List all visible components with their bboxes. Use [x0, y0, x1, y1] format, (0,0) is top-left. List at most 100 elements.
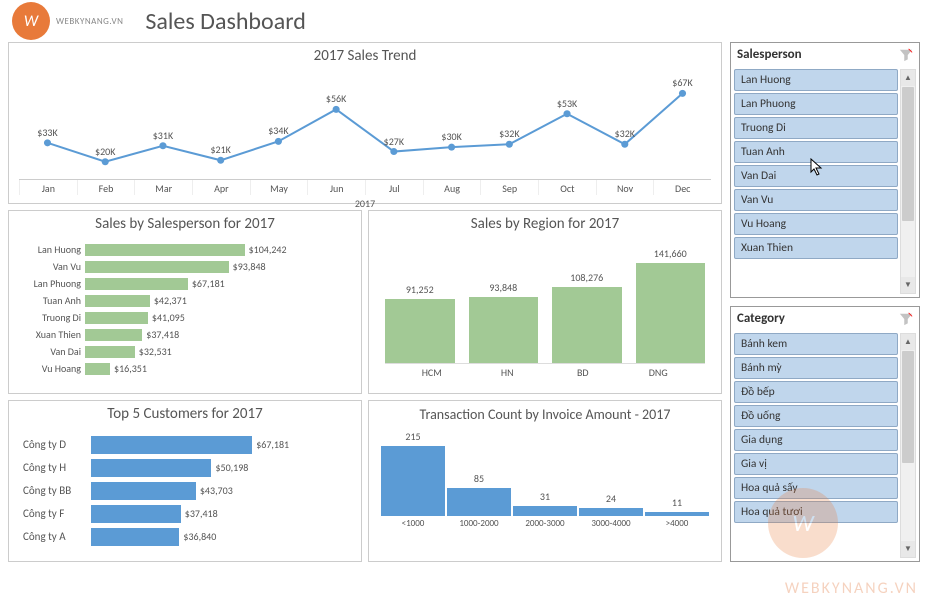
bar-value: $43,703: [200, 484, 233, 497]
bar-value: $32,531: [139, 345, 172, 358]
hist-label: >4000: [645, 518, 709, 529]
bar-value: $16,351: [114, 362, 147, 375]
header: W WEBKYNANG.VN Sales Dashboard: [0, 0, 928, 42]
salesperson-slicer-item[interactable]: Vu Hoang: [734, 213, 898, 235]
bar: [645, 512, 709, 516]
trend-chart-panel: 2017 Sales Trend $33K$20K$31K$21K$34K$56…: [8, 42, 722, 204]
customers-chart-panel: Top 5 Customers for 2017 Công ty D $67,1…: [8, 400, 362, 562]
trend-month-label: Jul: [365, 180, 423, 195]
salesperson-scrollbar[interactable]: ▲ ▼: [900, 69, 916, 294]
bar-category: Xuan Thien: [19, 328, 85, 341]
clear-filter-icon[interactable]: [899, 312, 913, 326]
salesperson-bar-row: Lan Huong $104,242: [19, 241, 351, 258]
bar: [91, 482, 196, 500]
region-bar: 108,276: [552, 271, 622, 363]
region-chart-panel: Sales by Region for 2017 91,252 93,848 1…: [368, 210, 722, 394]
trend-month-label: Oct: [538, 180, 596, 195]
trend-data-label: $21K: [210, 143, 230, 156]
clear-filter-icon[interactable]: [899, 48, 913, 62]
trend-month-label: Feb: [77, 180, 135, 195]
trend-month-label: Dec: [653, 180, 711, 195]
bar: [91, 436, 252, 454]
category-slicer-item[interactable]: Bánh kem: [734, 333, 898, 355]
trend-data-label: $56K: [326, 92, 346, 105]
scroll-down-icon[interactable]: ▼: [901, 541, 915, 557]
bar-value: $36,840: [183, 530, 216, 543]
salesperson-bar-row: Truong Di $41,095: [19, 309, 351, 326]
hist-label: 3000-4000: [579, 518, 643, 529]
bar: [381, 446, 445, 516]
bar-value: 85: [474, 472, 484, 485]
category-scrollbar[interactable]: ▲ ▼: [900, 333, 916, 558]
category-slicer-item[interactable]: Đồ uống: [734, 405, 898, 427]
region-label: BD: [552, 366, 614, 379]
salesperson-slicer-title: Salesperson: [737, 47, 802, 62]
transaction-chart-panel: Transaction Count by Invoice Amount - 20…: [368, 400, 722, 562]
hist-label: 2000-3000: [513, 518, 577, 529]
scroll-down-icon[interactable]: ▼: [901, 277, 915, 293]
category-slicer-item[interactable]: Hoa quả sấy: [734, 477, 898, 499]
region-bar: 91,252: [385, 283, 455, 363]
salesperson-slicer-item[interactable]: Xuan Thien: [734, 237, 898, 259]
category-slicer-item[interactable]: Gia vị: [734, 453, 898, 475]
salesperson-bar-row: Van Dai $32,531: [19, 343, 351, 360]
salesperson-bar-row: Xuan Thien $37,418: [19, 326, 351, 343]
trend-month-label: Nov: [596, 180, 654, 195]
trend-month-label: Aug: [423, 180, 481, 195]
category-slicer-item[interactable]: Gia dụng: [734, 429, 898, 451]
trend-data-label: $27K: [384, 135, 404, 148]
salesperson-bar-row: Vu Hoang $16,351: [19, 360, 351, 377]
category-slicer-item[interactable]: Đồ bếp: [734, 381, 898, 403]
category-slicer-item[interactable]: Bánh mỳ: [734, 357, 898, 379]
scroll-thumb[interactable]: [902, 87, 914, 221]
salesperson-slicer-item[interactable]: Van Dai: [734, 165, 898, 187]
trend-data-label: $67K: [672, 76, 692, 89]
bar: [513, 506, 577, 516]
scroll-thumb[interactable]: [902, 351, 914, 463]
salesperson-slicer-item[interactable]: Lan Phuong: [734, 93, 898, 115]
region-title: Sales by Region for 2017: [369, 211, 721, 237]
scroll-up-icon[interactable]: ▲: [901, 334, 915, 350]
bar-category: Công ty H: [19, 461, 91, 474]
category-slicer-item[interactable]: Hoa quả tươi: [734, 501, 898, 523]
bar-category: Lan Huong: [19, 243, 85, 256]
hist-label: <1000: [381, 518, 445, 529]
bar-value: 91,252: [406, 283, 434, 296]
logo-icon: W: [12, 2, 50, 40]
salesperson-slicer-item[interactable]: Lan Huong: [734, 69, 898, 91]
bar: [85, 261, 229, 273]
bar-value: 31: [540, 490, 550, 503]
salesperson-slicer: Salesperson Lan HuongLan PhuongTruong Di…: [730, 42, 920, 298]
trend-data-label: $32K: [499, 127, 519, 140]
bar: [91, 459, 211, 477]
trend-month-label: Jun: [307, 180, 365, 195]
region-label: DNG: [628, 366, 690, 379]
bar-value: $42,371: [154, 294, 187, 307]
salesperson-slicer-item[interactable]: Tuan Anh: [734, 141, 898, 163]
category-slicer-title: Category: [737, 311, 785, 326]
salesperson-bar-row: Tuan Anh $42,371: [19, 292, 351, 309]
scroll-up-icon[interactable]: ▲: [901, 70, 915, 86]
salesperson-title: Sales by Salesperson for 2017: [9, 211, 361, 237]
hist-label: 1000-2000: [447, 518, 511, 529]
bar-category: Lan Phuong: [19, 277, 85, 290]
trend-data-label: $20K: [95, 145, 115, 158]
salesperson-slicer-item[interactable]: Van Vu: [734, 189, 898, 211]
bar-value: $41,095: [152, 311, 185, 324]
bar: [91, 528, 179, 546]
bar-value: $50,198: [215, 461, 248, 474]
bar-category: Tuan Anh: [19, 294, 85, 307]
trend-month-label: Jan: [19, 180, 77, 195]
bar-category: Van Dai: [19, 345, 85, 358]
customer-bar-row: Công ty BB $43,703: [19, 479, 351, 502]
salesperson-slicer-item[interactable]: Truong Di: [734, 117, 898, 139]
bar: [579, 508, 643, 516]
customers-title: Top 5 Customers for 2017: [9, 401, 361, 427]
trend-month-label: Sep: [480, 180, 538, 195]
bar: [85, 329, 142, 341]
bar-value: 141,660: [654, 247, 687, 260]
histogram-bar: 11: [645, 496, 709, 516]
bar-value: $93,848: [233, 260, 266, 273]
customer-bar-row: Công ty F $37,418: [19, 502, 351, 525]
trend-month-label: Apr: [192, 180, 250, 195]
